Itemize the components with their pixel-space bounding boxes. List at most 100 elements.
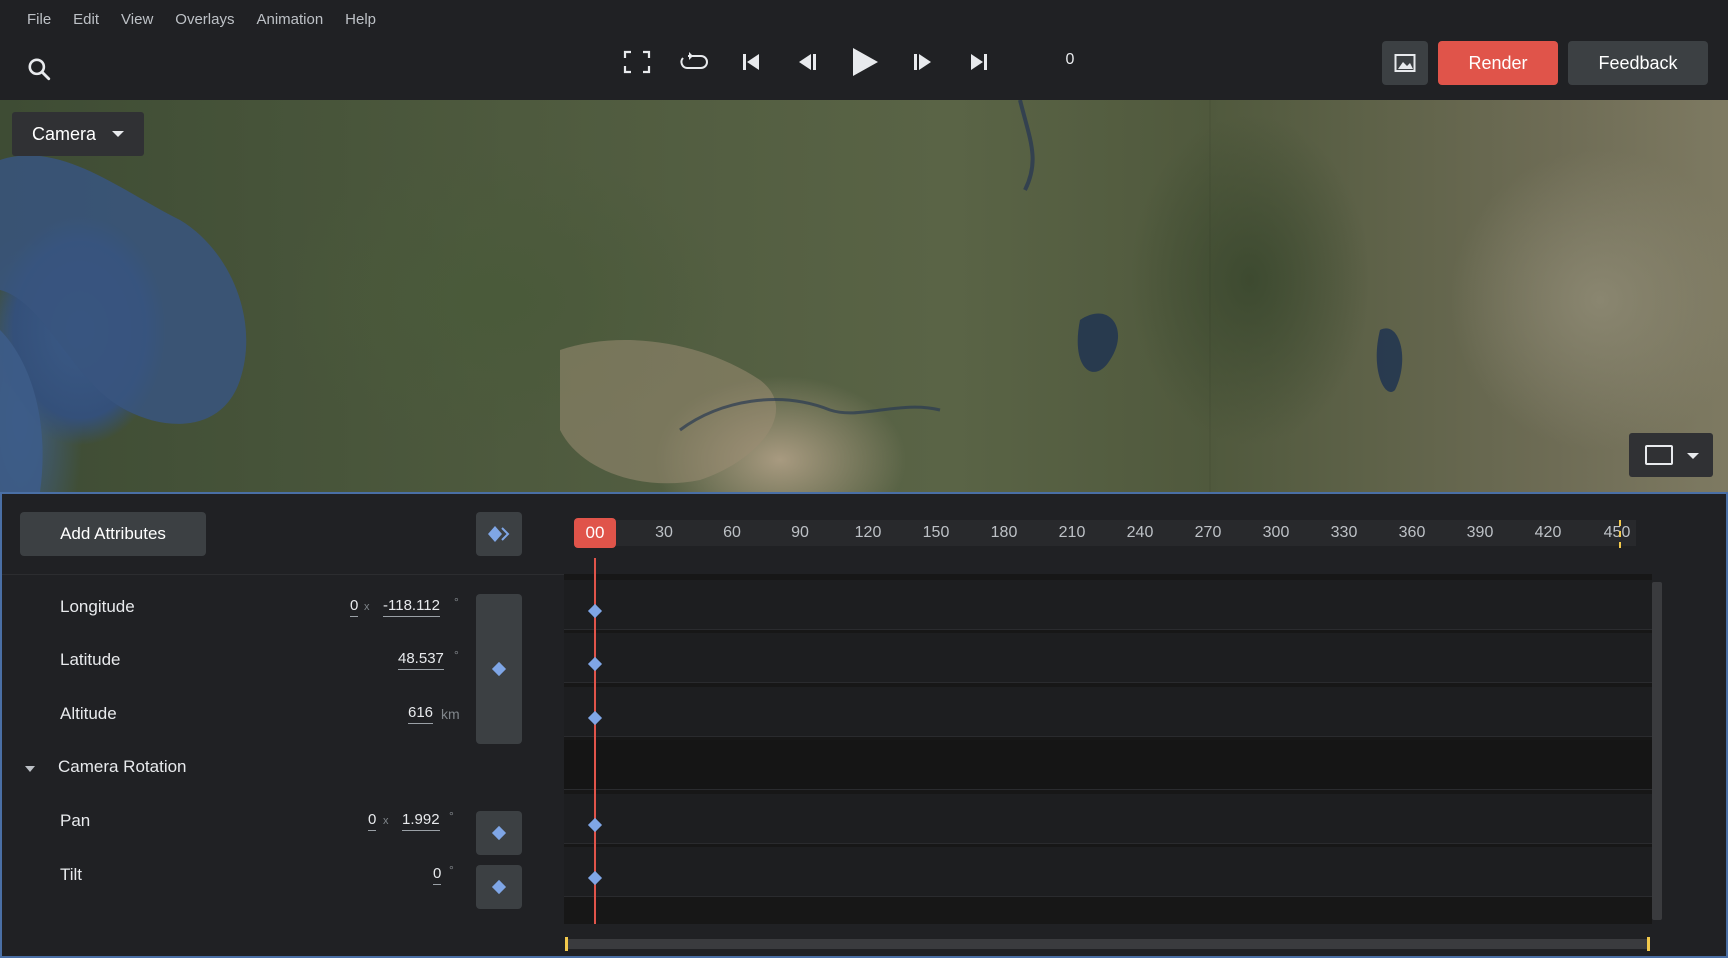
latitude-label: Latitude [60, 650, 121, 669]
altitude-label: Altitude [60, 704, 117, 723]
loop-button[interactable] [665, 44, 722, 80]
render-button[interactable]: Render [1438, 41, 1558, 85]
ruler-tick: 330 [1330, 524, 1358, 541]
menu-edit[interactable]: Edit [62, 8, 110, 31]
pan-keyframe-toggle[interactable] [476, 811, 522, 855]
map-viewport[interactable]: Camera [0, 100, 1728, 492]
fullscreen-button[interactable] [608, 44, 665, 80]
menu-animation[interactable]: Animation [245, 8, 334, 31]
longitude-unit: ° [454, 595, 459, 609]
ruler-tick: 420 [1534, 524, 1562, 541]
ruler-tick: 450 [1603, 524, 1631, 541]
keyframe-navigation-button[interactable] [476, 512, 522, 556]
map-terrain [0, 100, 1403, 492]
ruler-tick: 120 [854, 524, 882, 541]
track-altitude[interactable] [564, 687, 1652, 737]
menu-help[interactable]: Help [334, 8, 387, 31]
track-longitude[interactable] [564, 580, 1652, 630]
range-start-handle[interactable] [565, 937, 568, 951]
app-window: File Edit View Overlays Animation Help 0… [0, 0, 1728, 958]
attribute-altitude: Altitude 616 km [2, 690, 462, 740]
track-tilt[interactable] [564, 847, 1652, 897]
camera-dropdown-label: Camera [32, 123, 97, 144]
step-back-icon [798, 54, 816, 70]
chevron-down-icon [1687, 453, 1699, 459]
skip-to-start-icon [742, 54, 759, 70]
timeline-range-scrollbar[interactable] [565, 937, 1650, 951]
pan-rotations-field[interactable]: 0 [368, 811, 377, 831]
transport-controls [608, 44, 1007, 80]
tilt-value-field[interactable]: 0 [433, 865, 442, 885]
longitude-label: Longitude [60, 597, 135, 616]
attribute-latitude: Latitude 48.537 ° [2, 636, 462, 686]
pan-rotations-unit: x [383, 815, 389, 827]
skip-to-end-icon [970, 54, 987, 70]
pan-label: Pan [60, 811, 91, 830]
ruler-tick: 30 [655, 524, 673, 541]
ruler-tick: 180 [990, 524, 1018, 541]
menu-view[interactable]: View [110, 8, 164, 31]
keyframe-next-icon [488, 526, 510, 542]
track-camera-rotation [564, 740, 1652, 790]
skip-to-start-button[interactable] [722, 44, 779, 80]
keyframe-diamond-icon [491, 661, 507, 677]
aspect-ratio-icon [1645, 445, 1673, 465]
camera-rotation-label: Camera Rotation [58, 757, 187, 776]
ruler-tick: 150 [922, 524, 950, 541]
fullscreen-icon [623, 50, 650, 74]
chevron-down-icon [112, 131, 124, 137]
longitude-value-field[interactable]: -118.112 [383, 597, 440, 617]
keyframe-diamond-icon [491, 825, 507, 841]
group-camera-rotation[interactable]: Camera Rotation [2, 744, 462, 794]
ruler-tick: 90 [791, 524, 809, 541]
loop-icon [679, 52, 708, 69]
aspect-ratio-dropdown[interactable] [1629, 433, 1713, 477]
attribute-pan: Pan 0 x 1.992 ° [2, 797, 462, 847]
range-end-handle[interactable] [1647, 937, 1650, 951]
pan-value-field[interactable]: 1.992 [402, 811, 440, 831]
timeline-ruler[interactable]: 30 60 90 120 150 180 210 240 270 300 330… [574, 520, 1636, 546]
timeline-panel: Add Attributes 30 60 90 120 150 180 210 … [0, 492, 1728, 958]
top-toolbar: File Edit View Overlays Animation Help 0… [0, 0, 1728, 100]
snapshot-button[interactable] [1382, 41, 1428, 85]
ruler-tick: 390 [1466, 524, 1494, 541]
skip-to-end-button[interactable] [950, 44, 1007, 80]
step-forward-button[interactable] [893, 44, 950, 80]
chevron-down-icon[interactable] [25, 766, 35, 772]
track-latitude[interactable] [564, 633, 1652, 683]
panel-divider [2, 574, 564, 575]
latitude-unit: ° [454, 648, 459, 662]
track-pan[interactable] [564, 794, 1652, 844]
play-icon [852, 48, 878, 76]
menu-overlays[interactable]: Overlays [164, 8, 245, 31]
feedback-button[interactable]: Feedback [1568, 41, 1708, 85]
frame-counter[interactable]: 0 [1050, 51, 1090, 69]
add-attributes-button[interactable]: Add Attributes [20, 512, 206, 556]
playhead-frame-label[interactable]: 00 [574, 518, 616, 548]
ruler-tick: 360 [1398, 524, 1426, 541]
keyframe-tracks[interactable] [564, 574, 1652, 924]
attribute-tilt: Tilt 0 ° [2, 851, 462, 901]
position-keyframe-toggle[interactable] [476, 594, 522, 744]
pan-unit: ° [449, 809, 454, 823]
search-icon[interactable] [26, 56, 52, 82]
play-button[interactable] [836, 44, 893, 80]
longitude-rotations-unit: x [364, 601, 370, 613]
altitude-unit: km [441, 706, 460, 722]
altitude-value-field[interactable]: 616 [408, 704, 434, 724]
menu-bar: File Edit View Overlays Animation Help [16, 8, 387, 31]
step-back-button[interactable] [779, 44, 836, 80]
tilt-unit: ° [449, 863, 454, 877]
ruler-tick: 210 [1058, 524, 1086, 541]
camera-dropdown[interactable]: Camera [12, 112, 144, 156]
menu-file[interactable]: File [16, 8, 62, 31]
ruler-tick: 300 [1262, 524, 1290, 541]
longitude-rotations-field[interactable]: 0 [350, 597, 359, 617]
attribute-longitude: Longitude 0 x -118.112 ° [2, 583, 462, 633]
image-icon [1394, 54, 1416, 72]
latitude-value-field[interactable]: 48.537 [398, 650, 444, 670]
vertical-scrollbar[interactable] [1652, 582, 1662, 920]
end-frame-marker[interactable] [1619, 520, 1621, 548]
ruler-tick: 60 [723, 524, 741, 541]
tilt-keyframe-toggle[interactable] [476, 865, 522, 909]
